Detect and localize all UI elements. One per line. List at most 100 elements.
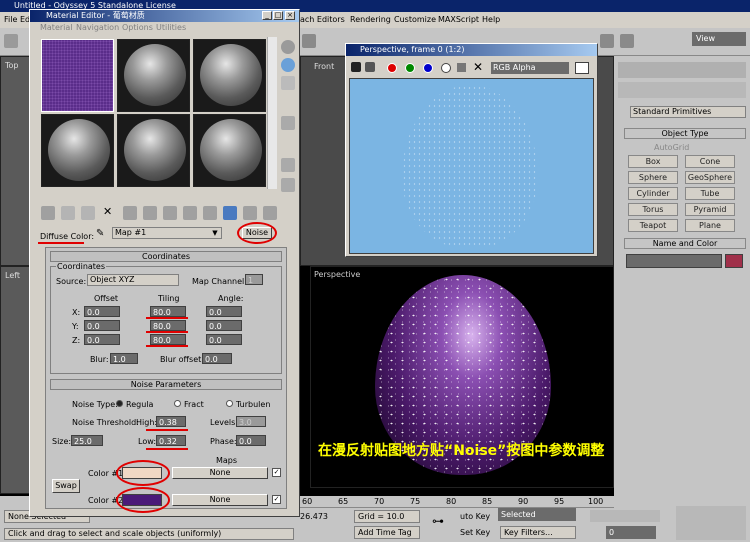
low-field[interactable]: 0.32 [156,435,186,446]
minimize-button[interactable]: _ [262,11,272,20]
frame-field[interactable]: 0 [606,526,656,539]
menu-navigation[interactable]: Navigation [76,22,119,34]
sample-slot[interactable] [117,39,190,112]
levels-field[interactable]: 3.0 [236,416,266,427]
maximize-button[interactable]: □ [273,11,283,20]
fractal-radio[interactable] [174,400,181,407]
command-tabs[interactable] [618,62,746,78]
sample-slot-active[interactable] [41,39,114,112]
geosphere-button[interactable]: GeoSphere [685,171,735,184]
create-category-icons[interactable] [618,82,746,98]
angle-x-field[interactable]: 0.0 [206,306,242,317]
sample-slot[interactable] [117,114,190,187]
color1-map-button[interactable]: None [172,467,268,479]
color-swatch[interactable] [575,62,589,74]
undo-icon[interactable] [4,34,18,48]
noise-rollout-header[interactable]: Noise Parameters [50,379,282,390]
name-color-header[interactable]: Name and Color [624,238,746,249]
viewport-left[interactable]: Left [0,266,30,494]
make-unique-icon[interactable] [143,206,157,220]
offset-z-field[interactable]: 0.0 [84,334,120,345]
clear-icon[interactable]: ✕ [473,60,483,74]
go-to-parent-icon[interactable] [243,206,257,220]
map-name-dropdown[interactable]: Map #1 [112,227,222,239]
object-color-swatch[interactable] [725,254,743,268]
plane-button[interactable]: Plane [685,219,735,232]
torus-button[interactable]: Torus [628,203,678,216]
select-by-material-icon[interactable] [281,178,295,192]
menu-rendering[interactable]: Rendering [350,12,391,28]
sample-slot[interactable] [193,39,266,112]
add-time-tag[interactable]: Add Time Tag [354,526,420,539]
view-dropdown[interactable]: View [692,32,746,46]
key-mode-dropdown[interactable]: Selected [498,508,576,521]
coord-z-value[interactable]: 26.473 [300,512,328,521]
category-dropdown[interactable]: Standard Primitives [630,106,746,118]
get-material-icon[interactable] [41,206,55,220]
show-map-icon[interactable] [203,206,217,220]
size-field[interactable]: 25.0 [71,435,103,446]
channel-dropdown[interactable]: RGB Alpha [491,62,569,74]
turbulence-radio[interactable] [226,400,233,407]
swap-button[interactable]: Swap [52,479,80,493]
object-name-field[interactable] [626,254,722,268]
color2-map-checkbox[interactable]: ✓ [272,495,281,504]
angle-z-field[interactable]: 0.0 [206,334,242,345]
tiling-y-field[interactable]: 80.0 [150,320,186,331]
tube-button[interactable]: Tube [685,187,735,200]
set-key-button[interactable]: Set Key [460,528,490,537]
menu-file[interactable]: File [4,12,17,28]
clone-icon[interactable] [365,62,375,72]
object-type-header[interactable]: Object Type [624,128,746,139]
options-icon[interactable] [281,158,295,172]
video-check-icon[interactable] [281,116,295,130]
red-channel-icon[interactable] [387,63,397,73]
color2-map-button[interactable]: None [172,494,268,506]
tiling-x-field[interactable]: 80.0 [150,306,186,317]
phase-field[interactable]: 0.0 [236,435,266,446]
pyramid-button[interactable]: Pyramid [685,203,735,216]
blue-channel-icon[interactable] [423,63,433,73]
menu-graph-editors[interactable]: ach Editors [300,12,345,28]
map-channel-field[interactable]: 1 [245,274,263,285]
eyedropper-icon[interactable]: ✎ [96,228,104,239]
quick-render-icon[interactable] [620,34,634,48]
sample-slot[interactable] [193,114,266,187]
sphere-button[interactable]: Sphere [628,171,678,184]
background-icon[interactable] [281,76,295,90]
close-button[interactable]: × [285,11,295,20]
alpha-channel-icon[interactable] [441,63,451,73]
put-to-library-icon[interactable] [163,206,177,220]
offset-x-field[interactable]: 0.0 [84,306,120,317]
sample-type-icon[interactable] [281,40,295,54]
blur-offset-field[interactable]: 0.0 [202,353,232,364]
go-forward-icon[interactable] [263,206,277,220]
show-end-result-icon[interactable] [223,206,237,220]
viewport-top[interactable]: Top [0,56,30,266]
regular-radio[interactable] [116,400,123,407]
move-icon[interactable] [302,34,316,48]
cone-button[interactable]: Cone [685,155,735,168]
tiling-z-field[interactable]: 80.0 [150,334,186,345]
offset-y-field[interactable]: 0.0 [84,320,120,331]
key-icon[interactable]: ⊶ [432,514,444,528]
slots-scrollbar[interactable] [267,37,277,189]
angle-y-field[interactable]: 0.0 [206,320,242,331]
auto-key-button[interactable]: uto Key [460,512,490,521]
coordinates-rollout-header[interactable]: Coordinates [50,251,282,262]
high-field[interactable]: 0.38 [156,416,186,427]
assign-material-icon[interactable] [81,206,95,220]
viewport-navigation[interactable] [676,506,746,540]
source-dropdown[interactable]: Object XYZ [87,274,179,286]
sample-slot[interactable] [41,114,114,187]
reset-icon[interactable]: ✕ [103,205,112,218]
timeline[interactable]: 60 65 70 75 80 85 90 95 100 [300,496,614,508]
cylinder-button[interactable]: Cylinder [628,187,678,200]
effects-channel-icon[interactable] [183,206,197,220]
menu-customize[interactable]: Customize [394,12,436,28]
blur-field[interactable]: 1.0 [110,353,138,364]
teapot-button[interactable]: Teapot [628,219,678,232]
key-filters-button[interactable]: Key Filters... [500,526,576,539]
menu-options[interactable]: Options [122,22,153,34]
render-icon[interactable] [600,34,614,48]
